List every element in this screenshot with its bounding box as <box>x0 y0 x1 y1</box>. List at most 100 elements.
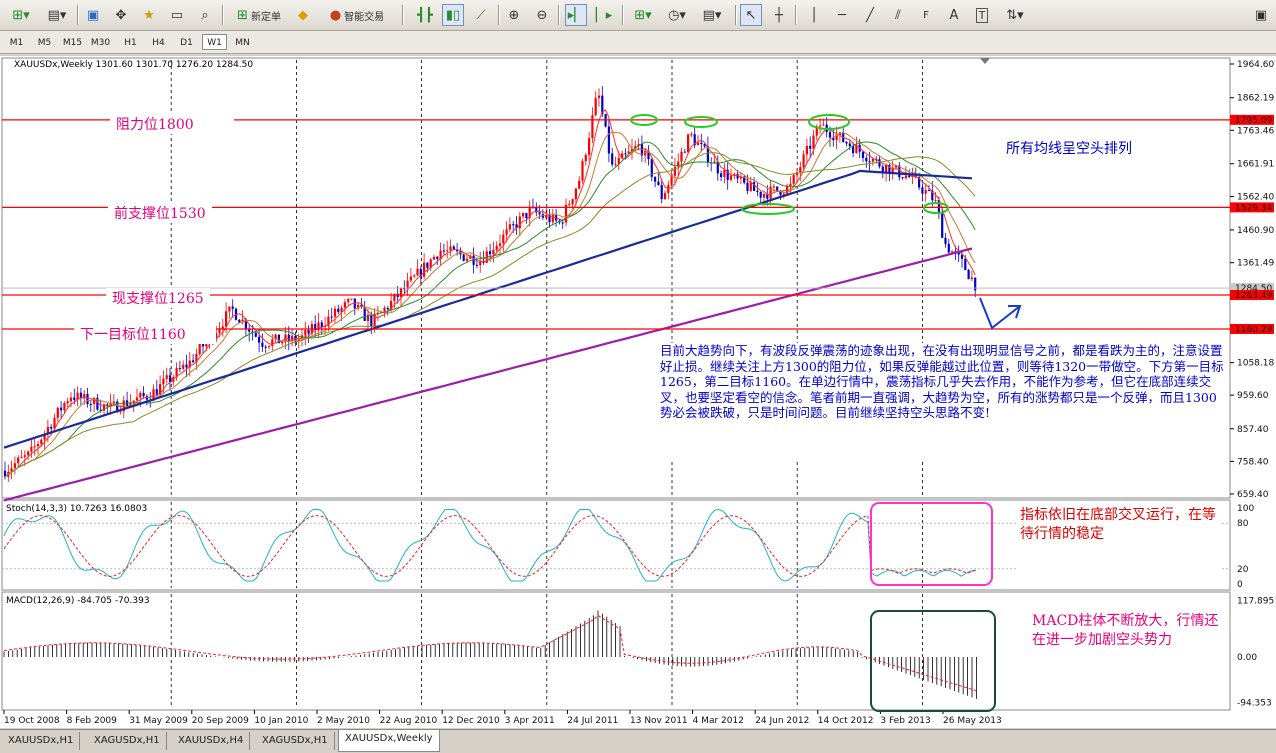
price-tag-text-prev_support: 1529.34 <box>1235 203 1272 213</box>
chart-tab-3[interactable]: XAGUSDx,H1 <box>256 732 335 750</box>
new-chart-button[interactable]: ⊞▾ <box>4 4 38 26</box>
market-watch-icon: ▣ <box>86 7 100 23</box>
candle-body <box>518 216 521 229</box>
candle-body <box>828 131 832 138</box>
tester-button[interactable]: ⌕ <box>194 4 216 26</box>
meta-editor-button[interactable]: ◆ <box>292 4 314 26</box>
candle-body <box>139 392 142 398</box>
indicators-button[interactable]: ⊞▾ <box>628 4 658 26</box>
candle-body <box>947 243 950 253</box>
candle-body <box>568 204 571 206</box>
candle-body <box>182 364 185 369</box>
candle-body <box>852 146 855 154</box>
new-order-icon: ⊞ <box>237 7 248 23</box>
crosshair-icon: ✥ <box>115 7 127 23</box>
candle-body <box>13 463 16 469</box>
candle-body <box>607 126 610 154</box>
stoch-tick: 100 <box>1237 504 1254 514</box>
window-menu-button[interactable]: ▣ <box>1250 4 1272 26</box>
price-tag-text-target: 1160.29 <box>1235 325 1272 335</box>
date-tick: 14 Oct 2012 <box>818 716 874 726</box>
candlestick-button[interactable]: ▮▯ <box>442 4 464 26</box>
candle-body <box>498 243 502 246</box>
candle-body <box>591 115 594 139</box>
trendline-button[interactable]: ╱ <box>859 4 881 26</box>
chart-tab-2[interactable]: XAUUSDx,H4 <box>172 732 251 750</box>
candle-body <box>192 360 195 363</box>
zoom-in-button[interactable]: ⊕ <box>503 4 525 26</box>
vertical-line-button[interactable]: │ <box>803 4 825 26</box>
warning-diamond-icon: ◆ <box>298 7 308 23</box>
date-tick: 3 Apr 2011 <box>505 716 555 726</box>
macd-tick: 0.00 <box>1237 653 1257 663</box>
timeframe-w1[interactable]: W1 <box>202 34 227 50</box>
timeframe-d1[interactable]: D1 <box>174 34 199 50</box>
symbol-info: XAUUSDx,Weekly 1301.60 1301.70 1276.20 1… <box>14 60 254 70</box>
favorites-button[interactable]: ★ <box>138 4 160 26</box>
terminal-button[interactable]: ▭ <box>166 4 188 26</box>
channel-button[interactable]: ⫽ <box>887 4 909 26</box>
text-label-button[interactable]: T <box>971 4 993 26</box>
candle-body <box>700 142 703 145</box>
candle-body <box>749 182 752 191</box>
timeframe-mn[interactable]: MN <box>230 34 255 50</box>
candle-body <box>525 212 528 219</box>
timeframe-m15[interactable]: M15 <box>60 34 85 50</box>
candle-body <box>465 258 469 261</box>
macd-tick: -94.353 <box>1237 698 1272 708</box>
fibonacci-button[interactable]: F <box>915 4 937 26</box>
timeframe-m5[interactable]: M5 <box>32 34 57 50</box>
date-tick: 8 Feb 2009 <box>67 716 118 726</box>
expert-advisors-button[interactable]: ● 智能交易 <box>320 4 394 26</box>
price-tick: 758.40 <box>1237 457 1269 467</box>
price-tick: 959.60 <box>1237 391 1269 401</box>
crosshair-tool-button[interactable]: ┼ <box>768 4 790 26</box>
market-watch-button[interactable]: ▣ <box>82 4 104 26</box>
new-order-button[interactable]: ⊞ 新定单 <box>228 4 290 26</box>
line-chart-button[interactable]: ⟋ <box>470 4 492 26</box>
candle-body <box>17 457 20 464</box>
periods-button[interactable]: ◷▾ <box>662 4 692 26</box>
zoom-out-button[interactable]: ⊖ <box>531 4 553 26</box>
indicators-icon: ⊞▾ <box>634 7 652 23</box>
horizontal-line-button[interactable]: ─ <box>831 4 853 26</box>
date-tick: 24 Jun 2012 <box>755 716 809 726</box>
candle-body <box>762 193 766 198</box>
candle-body <box>505 229 508 235</box>
main-toolbar: ⊞▾ ▤▾ ▣ ✥ ★ ▭ ⌕ ⊞ 新定单 ◆ ● 智能交易 ┫┣ ▮▯ ⟋ ⊕ ⊖… <box>0 0 1276 31</box>
price-tick: 1862.19 <box>1237 94 1274 104</box>
chart-tab-1[interactable]: XAGUSDx,H1 <box>88 732 167 750</box>
date-tick: 20 Sep 2009 <box>192 716 249 726</box>
date-tick: 19 Oct 2008 <box>4 716 60 726</box>
timeframe-bar: M1 M5 M15 M30 H1 H4 D1 W1 MN <box>0 31 1276 54</box>
chart-tab-0[interactable]: XAUUSDx,H1 <box>2 732 81 750</box>
candle-body <box>165 375 168 379</box>
chart-tab-4[interactable]: XAUUSDx,Weekly <box>338 730 440 752</box>
timeframe-m30[interactable]: M30 <box>88 34 113 50</box>
date-tick: 24 Jul 2011 <box>567 716 618 726</box>
candle-body <box>868 161 871 163</box>
candle-body <box>291 335 294 341</box>
chart-shift-button[interactable]: ▏▸ <box>593 4 615 26</box>
profiles-button[interactable]: ▤▾ <box>42 4 72 26</box>
candle-body <box>657 181 660 185</box>
templates-button[interactable]: ▤▾ <box>696 4 728 26</box>
bar-chart-button[interactable]: ┫┣ <box>414 4 436 26</box>
stoch-main-line <box>3 508 977 582</box>
navigator-button[interactable]: ✥ <box>110 4 132 26</box>
text-button[interactable]: A <box>943 4 965 26</box>
timeframe-h4[interactable]: H4 <box>146 34 171 50</box>
arrows-button[interactable]: ⇅▾ <box>1000 4 1030 26</box>
candle-body <box>337 308 340 313</box>
candle-body <box>805 145 808 155</box>
candle-body <box>462 254 465 261</box>
candle-body <box>970 277 973 280</box>
candle-body <box>267 345 271 347</box>
timeframe-m1[interactable]: M1 <box>4 34 29 50</box>
cursor-button[interactable]: ↖ <box>740 4 762 26</box>
auto-scroll-button[interactable]: ▸▏ <box>565 4 587 26</box>
timeframe-h1[interactable]: H1 <box>118 34 143 50</box>
candle-body <box>155 389 158 395</box>
candle-body <box>819 125 822 127</box>
stoch-comment: 指标依旧在底部交叉运行，在等待行情的稳定 <box>1018 506 1222 576</box>
